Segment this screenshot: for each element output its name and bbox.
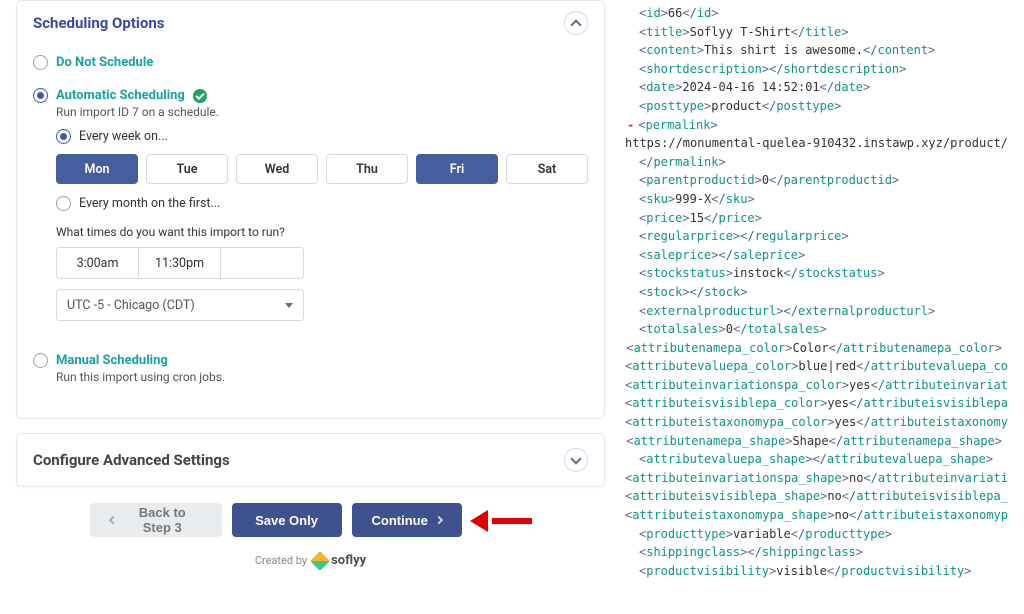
time-slot-2[interactable] (221, 248, 303, 278)
xml-node-attributeinvariationspa_shape: <attributeinvariationspa_shape>no</attri… (625, 469, 1002, 488)
logo-icon (310, 551, 330, 571)
xml-node-totalsales: <totalsales>0</totalsales> (625, 320, 1002, 339)
time-slot-0[interactable]: 3:00am (57, 248, 139, 278)
expand-advanced-button[interactable] (564, 448, 588, 472)
xml-node-stockstatus: <stockstatus>instock</stockstatus> (625, 264, 1002, 283)
xml-node-attributevaluepa_shape: <attributevaluepa_shape></attributevalue… (625, 450, 1002, 469)
option-manual-scheduling[interactable]: Manual Scheduling (33, 353, 588, 368)
xml-node-attributeisvisiblepa_shape: <attributeisvisiblepa_shape>no</attribut… (625, 487, 1002, 506)
xml-node-shippingclass: <shippingclass></shippingclass> (625, 543, 1002, 562)
option-do-not-schedule[interactable]: Do Not Schedule (33, 55, 588, 70)
collapse-scheduling-button[interactable] (564, 11, 588, 35)
xml-node-attributevaluepa_color: <attributevaluepa_color>blue|red</attrib… (625, 357, 1002, 376)
continue-button[interactable]: Continue (352, 503, 462, 537)
time-slot-1[interactable]: 11:30pm (139, 248, 221, 278)
xml-node-shortdescription: <shortdescription></shortdescription> (625, 60, 1002, 79)
xml-node-parentproductid: <parentproductid>0</parentproductid> (625, 171, 1002, 190)
callout-arrow-icon (472, 510, 532, 530)
xml-node-attributenamepa_shape: <attributenamepa_shape>Shape</attributen… (625, 432, 1002, 451)
xml-node-id: <id>66</id> (625, 4, 1002, 23)
save-only-button[interactable]: Save Only (232, 503, 342, 537)
every-month-label: Every month on the first... (79, 196, 220, 211)
xml-node-date: <date>2024-04-16 14:52:01</date> (625, 78, 1002, 97)
xml-node-price: <price>15</price> (625, 209, 1002, 228)
chevron-down-icon (570, 453, 581, 464)
manual-scheduling-label: Manual Scheduling (56, 353, 168, 368)
xml-node-attributeisvisiblepa_color: <attributeisvisiblepa_color>yes</attribu… (625, 394, 1002, 413)
xml-node-title: <title>Soflyy T-Shirt</title> (625, 23, 1002, 42)
brand-logo[interactable]: soflyy (313, 553, 366, 568)
every-week-label: Every week on... (79, 129, 168, 144)
times-question: What times do you want this import to ru… (56, 225, 588, 239)
automatic-scheduling-desc: Run import ID 7 on a schedule. (56, 105, 588, 119)
xml-node-regularprice: <regularprice></regularprice> (625, 227, 1002, 246)
radio-icon (56, 196, 71, 211)
save-only-label: Save Only (255, 513, 318, 528)
footer-actions: Back to Step 3 Save Only Continue (16, 503, 605, 537)
dropdown-icon (285, 303, 293, 308)
created-by-row: Created by soflyy (16, 553, 605, 568)
automatic-scheduling-label: Automatic Scheduling (56, 88, 185, 103)
timezone-value: UTC -5 - Chicago (CDT) (67, 298, 195, 313)
option-every-week[interactable]: Every week on... (56, 129, 588, 144)
xml-preview: <id>66</id><title>Soflyy T-Shirt</title>… (625, 4, 1002, 580)
chevron-left-icon (108, 516, 116, 524)
day-button-sat[interactable]: Sat (506, 154, 588, 184)
back-button[interactable]: Back to Step 3 (90, 503, 222, 537)
times-row: 3:00am11:30pm (56, 247, 304, 279)
xml-node-attributeinvariationspa_color: <attributeinvariationspa_color>yes</attr… (625, 376, 1002, 395)
xml-node-producttype: <producttype>variable</producttype> (625, 525, 1002, 544)
xml-node-sku: <sku>999-X</sku> (625, 190, 1002, 209)
radio-icon (33, 55, 48, 70)
xml-node-externalproducturl: <externalproducturl></externalproducturl… (625, 302, 1002, 321)
radio-icon (33, 88, 48, 103)
option-automatic-scheduling[interactable]: Automatic Scheduling (33, 88, 588, 103)
radio-icon (33, 353, 48, 368)
advanced-settings-title: Configure Advanced Settings (33, 451, 230, 469)
day-button-thu[interactable]: Thu (326, 154, 408, 184)
day-button-fri[interactable]: Fri (416, 154, 498, 184)
xml-node-content: <content>This shirt is awesome.</content… (625, 41, 1002, 60)
xml-node-posttype: <posttype>product</posttype> (625, 97, 1002, 116)
option-every-month[interactable]: Every month on the first... (56, 196, 588, 211)
day-button-tue[interactable]: Tue (146, 154, 228, 184)
back-label: Back to Step 3 (123, 505, 202, 535)
verified-icon (193, 89, 207, 103)
day-button-mon[interactable]: Mon (56, 154, 138, 184)
xml-node-attributeistaxonomypa_color: <attributeistaxonomypa_color>yes</attrib… (625, 413, 1002, 432)
days-row: Mon Tue Wed Thu Fri Sat (56, 154, 588, 184)
chevron-up-icon (570, 19, 581, 30)
created-by-label: Created by (255, 554, 307, 567)
xml-node-saleprice: <saleprice></saleprice> (625, 246, 1002, 265)
brand-name: soflyy (331, 553, 366, 568)
do-not-schedule-label: Do Not Schedule (56, 55, 153, 70)
advanced-settings-card[interactable]: Configure Advanced Settings (16, 433, 605, 487)
scheduling-options-card: Scheduling Options Do Not Schedule Autom… (16, 0, 605, 419)
xml-node-attributenamepa_color: <attributenamepa_color>Color</attributen… (625, 339, 1002, 358)
timezone-select[interactable]: UTC -5 - Chicago (CDT) (56, 289, 304, 321)
continue-label: Continue (372, 513, 428, 528)
xml-node-stock: <stock></stock> (625, 283, 1002, 302)
manual-scheduling-desc: Run this import using cron jobs. (56, 370, 588, 384)
chevron-right-icon (435, 516, 443, 524)
day-button-wed[interactable]: Wed (236, 154, 318, 184)
xml-node-productvisibility: <productvisibility>visible</productvisib… (625, 562, 1002, 581)
scheduling-options-title: Scheduling Options (33, 14, 164, 32)
radio-icon (56, 129, 71, 144)
xml-node-attributeistaxonomypa_shape: <attributeistaxonomypa_shape>no</attribu… (625, 506, 1002, 525)
